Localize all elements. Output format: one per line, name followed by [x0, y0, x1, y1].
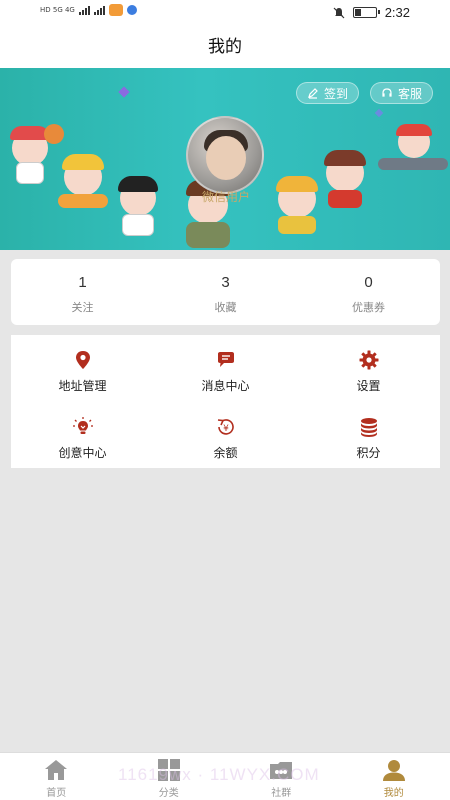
tab-label: 社群 [271, 788, 292, 799]
profile-banner: 签到 客服 微信用户 [0, 68, 450, 250]
stat-favorites[interactable]: 3 收藏 [154, 259, 297, 325]
tab-community[interactable]: 社群 [225, 753, 338, 800]
page-title: 我的 [208, 37, 242, 57]
location-pin-icon [75, 351, 90, 369]
menu-label: 创意中心 [58, 445, 107, 460]
cartoon-character-illustration [58, 154, 108, 210]
mute-bell-icon [333, 7, 345, 18]
customer-service-button[interactable]: 客服 [370, 82, 434, 104]
menu-label: 余额 [213, 445, 238, 460]
menu-label: 积分 [356, 445, 381, 460]
menu-item-settings[interactable]: 设置 [297, 335, 440, 402]
battery-icon [352, 7, 380, 18]
cartoon-character-illustration [378, 124, 448, 174]
nav-bar: 我的 [0, 26, 450, 68]
tab-categories[interactable]: 分类 [113, 753, 226, 800]
menu-item-creative[interactable]: 创意中心 [11, 402, 154, 469]
app-notification-2-icon [126, 5, 137, 15]
status-bar: HD 5G 4G 2:32 [0, 0, 450, 26]
gear-icon [359, 350, 378, 370]
signal-2-icon [93, 5, 105, 15]
menu-grid: 地址管理 消息中心 设置 创意中心 ¥ 余额 积分 [11, 335, 440, 468]
coin-stack-icon [360, 417, 377, 437]
yen-coin-icon: ¥ [217, 418, 234, 435]
menu-label: 设置 [356, 379, 381, 393]
checkin-label: 签到 [324, 86, 349, 101]
grid-icon [157, 759, 180, 781]
stat-value: 1 [78, 274, 87, 291]
user-icon [382, 760, 405, 781]
service-label: 客服 [398, 86, 423, 101]
cartoon-character-illustration [272, 176, 322, 236]
sparkle-decoration [118, 86, 130, 98]
home-icon [45, 760, 68, 780]
bottom-tab-bar: 首页 分类 社群 我的 [0, 752, 450, 800]
tab-label: 分类 [158, 788, 179, 799]
menu-item-address[interactable]: 地址管理 [11, 335, 154, 402]
stat-label: 关注 [71, 301, 94, 314]
tab-label: 首页 [46, 788, 67, 799]
network-label: HD 5G 4G [40, 6, 75, 14]
svg-text:¥: ¥ [223, 424, 229, 434]
username[interactable]: 微信用户 [184, 188, 268, 205]
message-bubble-icon [217, 352, 234, 367]
status-right: 2:32 [333, 5, 410, 20]
community-icon [270, 762, 293, 779]
menu-label: 地址管理 [58, 379, 107, 393]
basketball-illustration [44, 124, 64, 144]
stat-value: 3 [221, 274, 230, 291]
checkin-button[interactable]: 签到 [296, 82, 360, 104]
cartoon-character-illustration [112, 176, 164, 238]
avatar[interactable] [186, 116, 264, 194]
stat-label: 收藏 [214, 301, 237, 314]
tab-label: 我的 [383, 788, 404, 799]
cartoon-character-illustration [320, 150, 370, 208]
menu-item-messages[interactable]: 消息中心 [154, 335, 297, 402]
app-notification-icon [108, 4, 123, 16]
lightbulb-icon [72, 416, 93, 434]
stats-card: 1 关注 3 收藏 0 优惠券 [11, 259, 440, 325]
tab-home[interactable]: 首页 [0, 753, 113, 800]
signal-icon [78, 5, 90, 15]
stat-label: 优惠券 [352, 301, 385, 314]
menu-label: 消息中心 [201, 379, 250, 393]
tab-mine[interactable]: 我的 [338, 753, 450, 800]
menu-item-points[interactable]: 积分 [297, 402, 440, 469]
stat-follow[interactable]: 1 关注 [11, 259, 154, 325]
pencil-icon [308, 88, 318, 99]
sparkle-decoration [374, 108, 384, 118]
status-left: HD 5G 4G [40, 4, 137, 16]
clock: 2:32 [384, 5, 410, 20]
stat-value: 0 [364, 274, 373, 291]
menu-item-balance[interactable]: ¥ 余额 [154, 402, 297, 469]
stat-coupons[interactable]: 0 优惠券 [297, 259, 440, 325]
headset-icon [382, 88, 392, 97]
